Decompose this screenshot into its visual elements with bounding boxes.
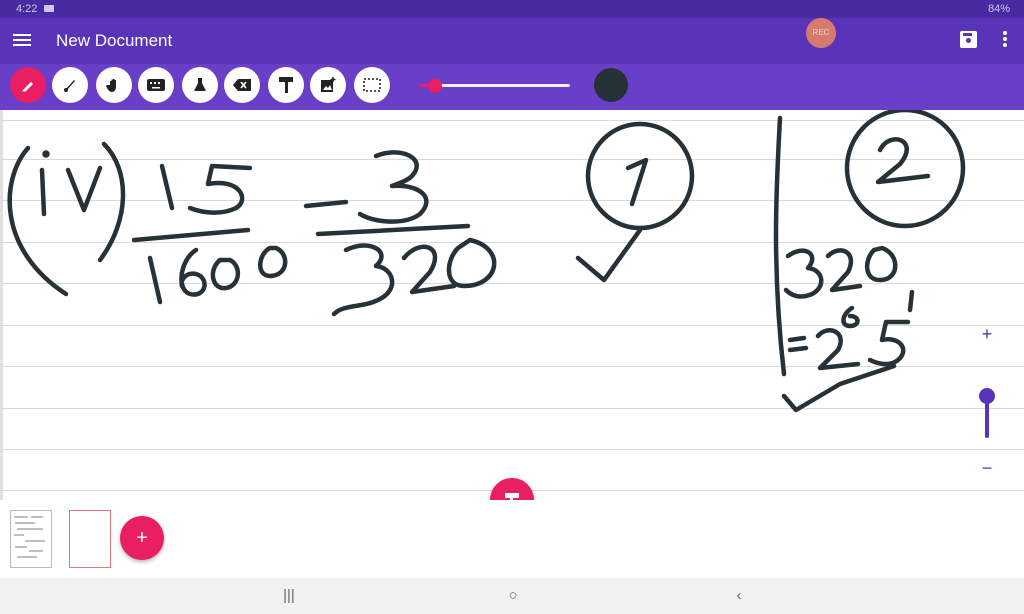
ink-digit-0a [210,257,240,291]
app-bar: New Document REC [0,18,1024,64]
roller-tool-icon[interactable] [268,67,304,103]
ink-digit-1 [159,163,175,211]
zoom-in-button[interactable]: + [977,324,997,344]
ink-exponent-6 [841,305,860,329]
drawing-canvas[interactable]: + − [0,110,1024,500]
ink-circle-2 [844,110,966,229]
ink-open-paren [7,145,69,297]
ink-equals-sign-top [787,335,807,343]
stroke-size-slider[interactable] [420,79,570,93]
ink-digit-0 [446,237,497,289]
page-thumbnail-1[interactable] [10,510,52,568]
brush-tool-icon[interactable] [52,67,88,103]
ink-close-paren [97,141,126,263]
ink-digit-1-denominator [147,255,163,305]
flask-tool-icon[interactable] [182,67,218,103]
pen-color-swatch[interactable] [594,68,628,102]
ink-digit-5 [187,163,253,215]
back-button[interactable]: ‹ [726,584,752,608]
keyboard-tool-icon[interactable] [138,67,174,103]
pen-tool-icon[interactable] [10,67,46,103]
ink-i-dot [42,150,50,158]
page-thumbnail-2[interactable] [69,510,111,568]
ink-right-digit-0 [865,245,898,283]
ink-right-digit-2 [825,248,863,293]
record-indicator[interactable]: REC [806,18,836,48]
ink-digit-2-base [815,328,861,371]
ink-fraction-bar-2 [315,223,471,237]
more-options-icon[interactable] [998,30,1012,50]
drawing-toolbar [0,64,1024,110]
ink-minus-sign [303,199,349,209]
home-button[interactable]: ○ [500,584,526,608]
ink-digit-3-denominator [331,243,395,317]
ink-digit-6 [179,247,207,297]
menu-icon[interactable] [12,31,32,51]
zoom-knob[interactable] [979,388,995,404]
save-icon[interactable] [960,31,977,48]
add-page-button[interactable]: + [120,516,164,560]
eraser-tool-icon[interactable] [224,67,260,103]
hand-tool-icon[interactable] [96,67,132,103]
ink-digit-5-base [867,319,911,367]
handwriting-layer [7,110,966,413]
ink-exponent-1 [907,289,915,313]
ink-digit-2 [401,244,457,295]
ink-vertical-divider [773,115,787,377]
ink-letter-v [65,165,103,213]
ink-check-mark-1 [575,227,643,283]
document-title: New Document [56,31,173,50]
recents-button[interactable]: ||| [276,584,302,608]
zoom-out-button[interactable]: − [977,458,997,478]
ink-right-digit-3 [783,248,824,299]
ink-equals-sign-bottom [787,345,809,353]
add-image-icon[interactable] [310,67,346,103]
selection-tool-icon[interactable] [354,67,390,103]
ink-circled-2 [875,137,931,185]
camera-icon [44,5,54,12]
ink-digit-3 [357,150,429,224]
ink-fraction-bar-1 [131,227,251,243]
stroke-size-knob[interactable] [427,79,442,93]
ink-circled-1 [625,157,649,207]
ink-check-mark-2 [781,363,897,413]
status-battery: 84% [987,3,1010,15]
system-nav-bar: ||| ○ ‹ [0,578,1024,614]
ink-letter-i [39,167,47,217]
page-thumbnails-bar: + [0,500,1024,578]
ink-digit-0b [258,245,288,279]
status-time: 4:22 [16,3,38,15]
status-bar: 4:22 84% [0,0,1024,18]
